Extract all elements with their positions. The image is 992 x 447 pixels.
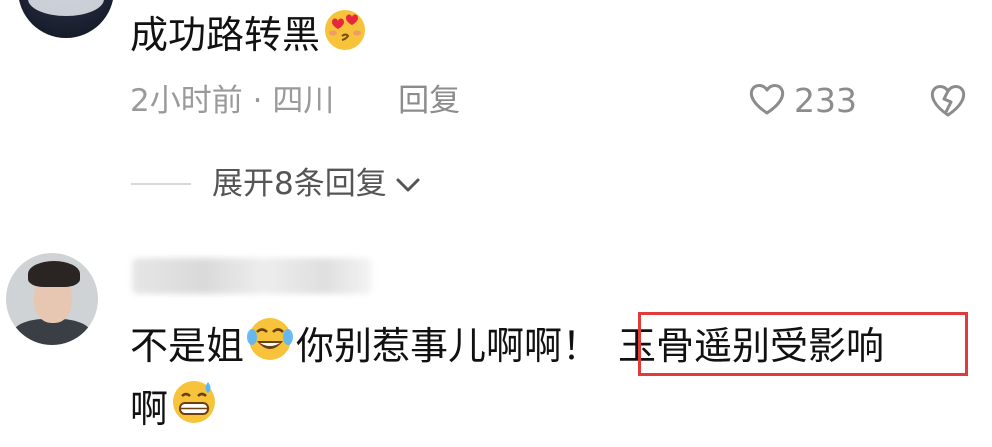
commenter-avatar[interactable] [18, 0, 114, 38]
broken-heart-icon[interactable] [928, 82, 968, 122]
comment-body-part1: 不是姐 [130, 324, 245, 368]
username-blurred[interactable] [132, 258, 372, 294]
comment-text-continued: 啊 [130, 380, 220, 440]
meta-separator: · [252, 83, 263, 119]
comment-text: 不是姐 你别惹事儿啊啊！ 玉骨遥别受影响 [130, 317, 885, 377]
like-count: 233 [794, 81, 857, 120]
comment-meta: 2小时前 · 四川 回复 [130, 80, 460, 122]
expand-replies-label: 展开8条回复 [212, 166, 387, 202]
chevron-down-icon [395, 162, 421, 206]
comment-body: 成功路转黑 [130, 13, 321, 57]
commenter-avatar[interactable] [6, 253, 98, 345]
comment-body-part2: 你别惹事儿啊啊！ [296, 324, 601, 368]
expand-replies-button[interactable]: 展开8条回复 [212, 162, 421, 206]
comment-time: 2小时前 [130, 83, 243, 119]
sweat-grin-emoji-icon [168, 376, 220, 440]
like-button[interactable]: 233 [748, 80, 857, 122]
expand-divider [131, 183, 191, 185]
comment-location: 四川 [272, 83, 335, 119]
reply-button[interactable]: 回复 [398, 83, 460, 119]
comment-body-line2: 啊 [130, 387, 169, 431]
comment-text: 成功路转黑 [130, 9, 370, 63]
highlighted-text: 玉骨遥别受影响 [618, 324, 885, 368]
heart-eyes-kiss-emoji-icon [320, 5, 370, 63]
crying-laughing-emoji-icon [244, 313, 296, 377]
heart-icon [748, 82, 786, 120]
